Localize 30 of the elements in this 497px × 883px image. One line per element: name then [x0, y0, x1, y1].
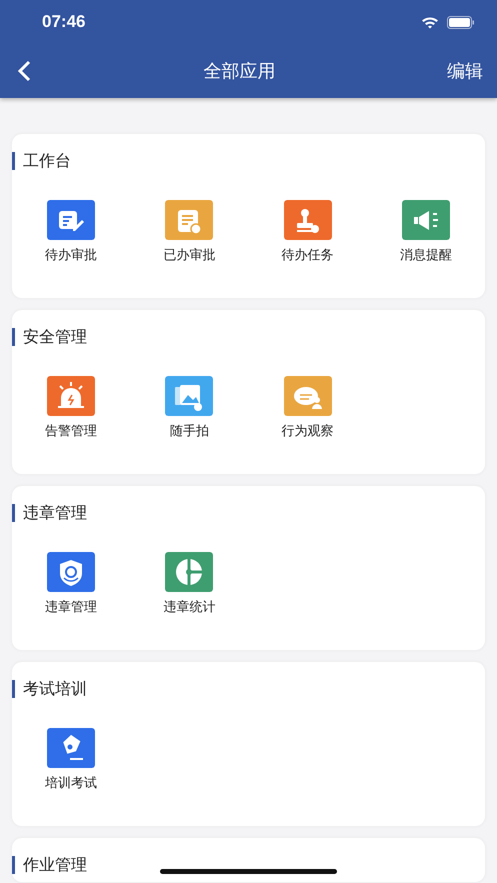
- pie-app-icon[interactable]: [165, 552, 214, 592]
- done-app-icon[interactable]: [165, 200, 214, 240]
- wifi-icon: [421, 16, 439, 28]
- shield-app-icon[interactable]: [47, 552, 96, 592]
- edit-app-icon[interactable]: [47, 200, 96, 240]
- edit-button[interactable]: 编辑: [447, 59, 483, 83]
- section-title: 安全管理: [12, 328, 485, 346]
- app-label[interactable]: 违章统计: [163, 598, 216, 616]
- app-label[interactable]: 已办审批: [163, 246, 216, 264]
- photo-app-icon[interactable]: [165, 376, 214, 416]
- stamp-app-icon[interactable]: [284, 200, 332, 240]
- section-title: 工作台: [12, 152, 485, 170]
- section-title: 违章管理: [12, 504, 485, 522]
- app-label[interactable]: 行为观察: [282, 422, 334, 440]
- megaphone-app-icon[interactable]: [402, 200, 450, 240]
- app-label[interactable]: 告警管理: [45, 422, 98, 440]
- pen-app-icon[interactable]: [47, 728, 96, 768]
- app-label[interactable]: 消息提醒: [400, 246, 452, 264]
- app-label[interactable]: 随手拍: [170, 422, 209, 440]
- app-label[interactable]: 待办审批: [45, 246, 98, 264]
- status-time: 07:46: [42, 12, 86, 32]
- back-button[interactable]: [16, 60, 32, 82]
- app-label[interactable]: 培训考试: [45, 774, 98, 792]
- section-title: 考试培训: [12, 680, 485, 698]
- battery-icon: [447, 16, 475, 28]
- app-label[interactable]: 待办任务: [282, 246, 334, 264]
- observe-app-icon[interactable]: [284, 376, 332, 416]
- page-title: 全部应用: [204, 60, 276, 83]
- alarm-app-icon[interactable]: [47, 376, 96, 416]
- app-label[interactable]: 违章管理: [45, 598, 98, 616]
